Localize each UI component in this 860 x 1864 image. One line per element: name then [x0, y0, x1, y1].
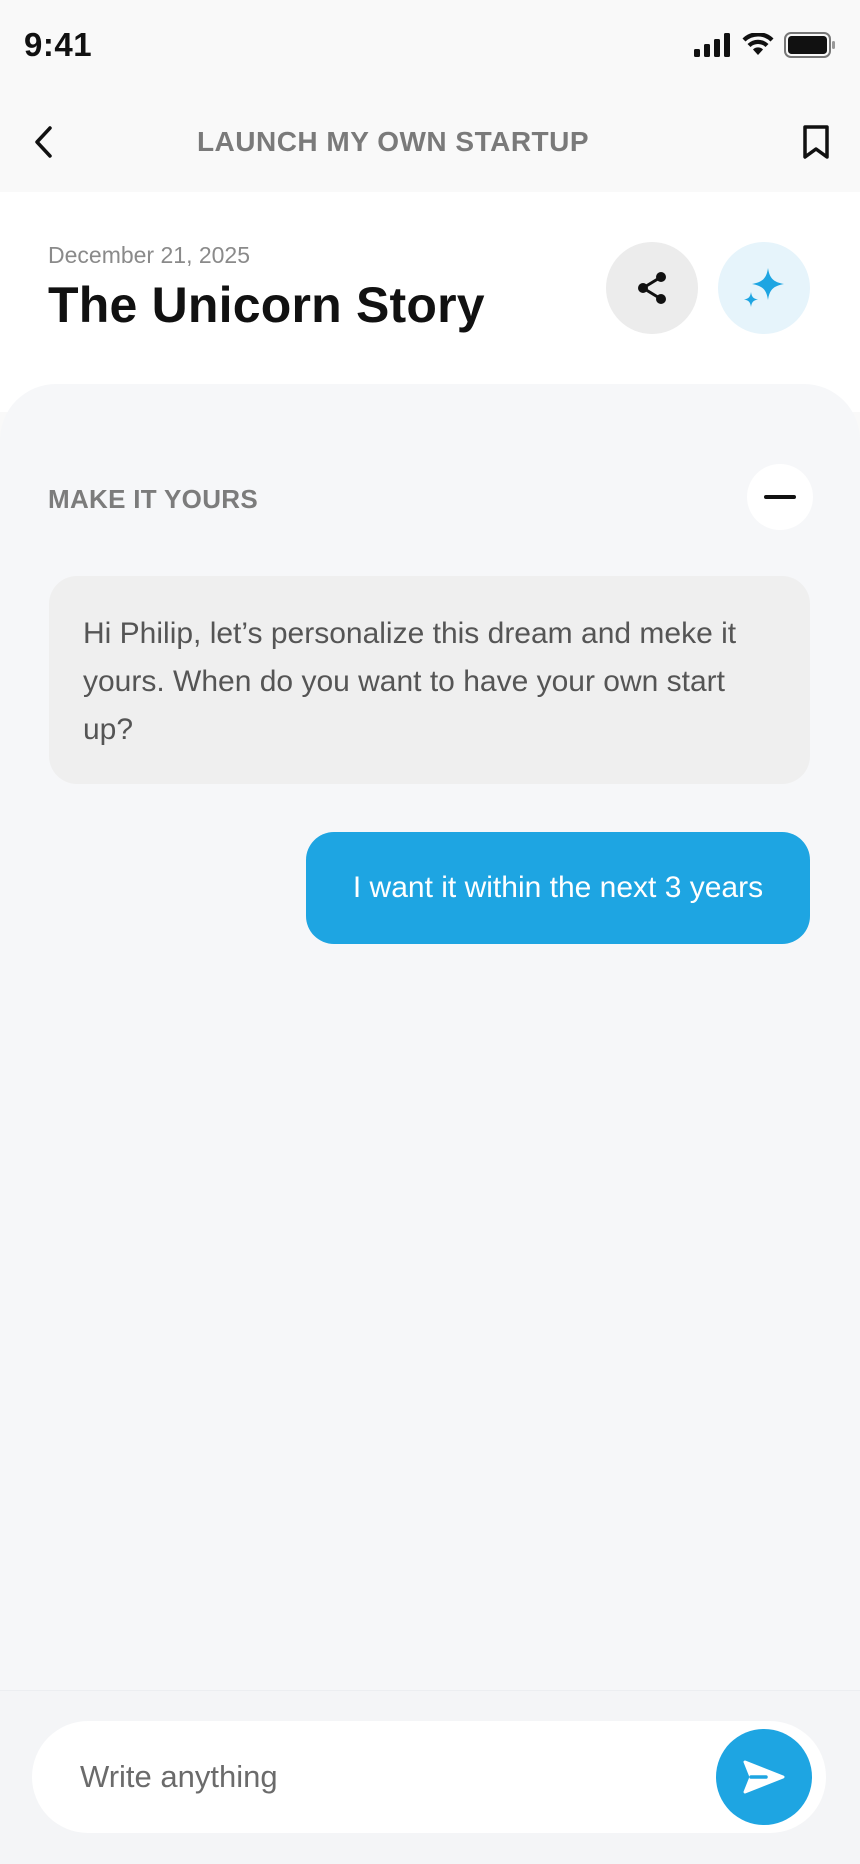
signal-icon	[694, 32, 732, 62]
share-icon	[638, 272, 666, 304]
chat-panel: MAKE IT YOURS Hi Philip, let’s personali…	[0, 384, 860, 1690]
bookmark-button[interactable]	[788, 114, 844, 170]
story-date: December 21, 2025	[48, 242, 251, 268]
status-bar: 9:41	[0, 0, 860, 92]
composer	[32, 1721, 826, 1833]
send-icon	[743, 1760, 785, 1794]
send-button[interactable]	[716, 1729, 812, 1825]
status-time: 9:41	[24, 26, 93, 63]
section-label: MAKE IT YOURS	[48, 484, 258, 514]
composer-bar	[0, 1690, 860, 1864]
story-title: The Unicorn Story	[48, 277, 485, 333]
bookmark-icon	[803, 125, 829, 159]
message-input[interactable]	[80, 1721, 700, 1833]
wifi-icon	[742, 31, 774, 62]
battery-icon	[784, 31, 836, 63]
story-header: December 21, 2025 The Unicorn Story	[0, 192, 860, 412]
collapse-button[interactable]	[747, 464, 813, 530]
nav-title: LAUNCH MY OWN STARTUP	[196, 126, 590, 157]
ai-sparkle-button[interactable]	[718, 242, 810, 334]
share-button[interactable]	[606, 242, 698, 334]
user-message: I want it within the next 3 years	[306, 832, 810, 944]
minus-icon	[764, 495, 796, 499]
status-icons	[694, 31, 836, 63]
bot-message: Hi Philip, let’s personalize this dream …	[49, 576, 810, 784]
top-nav: LAUNCH MY OWN STARTUP	[0, 92, 860, 192]
sparkle-icon	[744, 268, 784, 307]
